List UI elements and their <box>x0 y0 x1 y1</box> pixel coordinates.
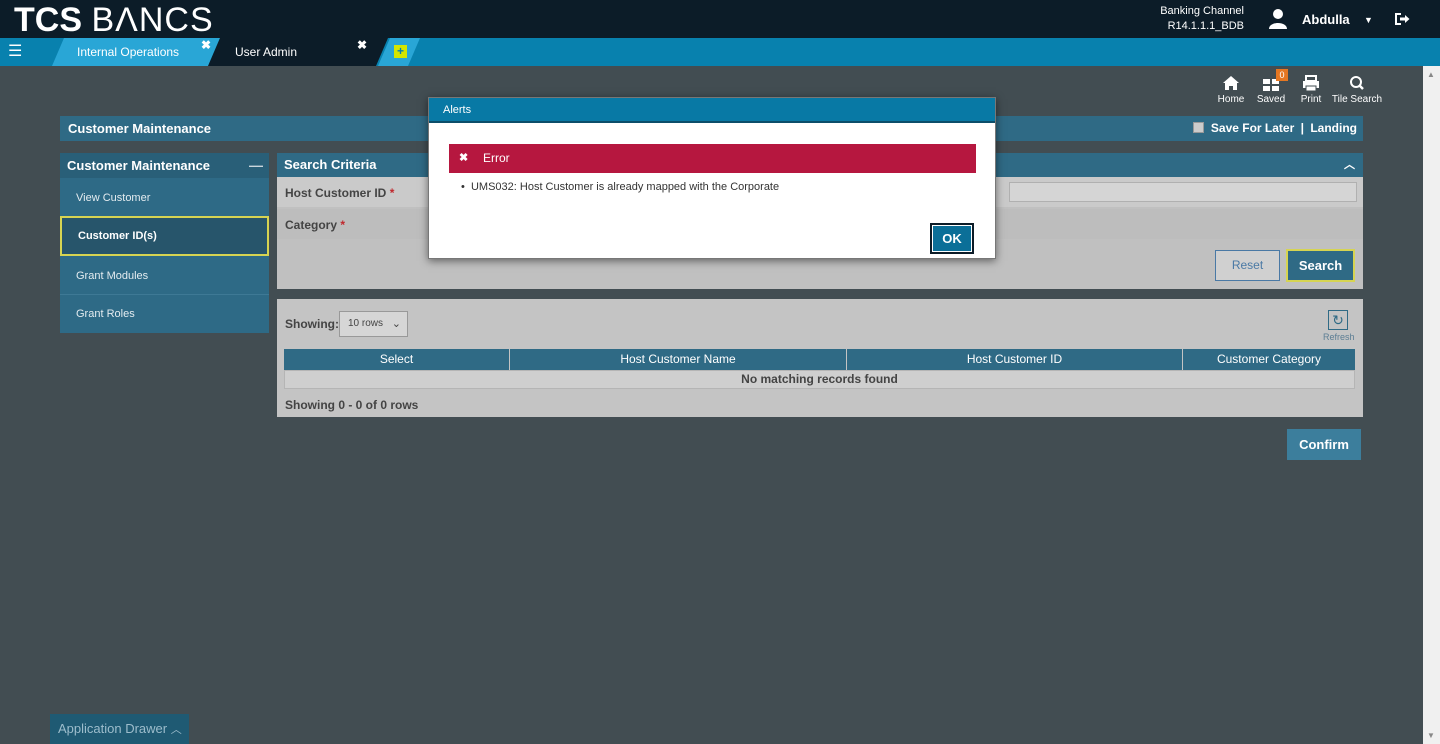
error-message-text: UMS032: Host Customer is already mapped … <box>470 181 780 193</box>
tab-internal-operations[interactable]: Internal Operations <box>52 38 220 66</box>
error-title: Error <box>483 151 510 165</box>
tab-bar: ☰ Internal Operations ✖ User Admin ✖ + <box>0 38 1440 66</box>
scroll-down-icon[interactable]: ▼ <box>1427 731 1435 740</box>
bullet: • <box>461 181 471 193</box>
tab-close-icon[interactable]: ✖ <box>201 38 211 52</box>
user-icon[interactable] <box>1268 8 1288 30</box>
dialog-title: Alerts <box>429 98 995 123</box>
error-x-icon: ✖ <box>459 152 469 164</box>
channel-name: Banking Channel <box>1160 5 1244 17</box>
top-header: TCS BΛNCS Banking Channel R14.1.1.1_BDB … <box>0 0 1440 38</box>
user-menu-caret-icon[interactable]: ▼ <box>1364 15 1373 25</box>
error-banner: ✖ Error <box>449 144 976 173</box>
hamburger-menu-icon[interactable]: ☰ <box>8 44 22 60</box>
ok-button[interactable]: OK <box>930 223 974 254</box>
tab-label: User Admin <box>235 45 298 59</box>
channel-version: R14.1.1.1_BDB <box>1167 20 1244 32</box>
channel-info: Banking Channel R14.1.1.1_BDB <box>1140 4 1244 34</box>
logo-tcs: TCS <box>14 1 82 39</box>
scroll-up-icon[interactable]: ▲ <box>1427 70 1435 79</box>
app-logo: TCS BΛNCS <box>14 2 214 38</box>
alerts-dialog: Alerts ✖ Error • UMS032: Host Customer i… <box>428 97 996 259</box>
vertical-scrollbar[interactable]: ▲ ▼ <box>1423 66 1440 744</box>
logo-bancs: BΛNCS <box>91 1 214 39</box>
logout-icon[interactable] <box>1393 10 1411 28</box>
tab-label: Internal Operations <box>77 45 180 59</box>
user-name[interactable]: Abdulla <box>1302 12 1350 27</box>
tab-close-icon[interactable]: ✖ <box>357 38 367 52</box>
error-message: • UMS032: Host Customer is already mappe… <box>461 181 779 193</box>
plus-icon: + <box>394 45 407 58</box>
